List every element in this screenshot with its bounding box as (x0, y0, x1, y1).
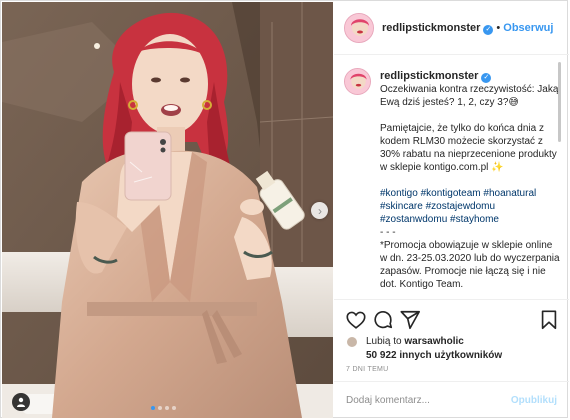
caption-paragraph: Pamiętajcie, że tylko do końca dnia z ko… (380, 123, 557, 173)
comment-form: Opublikuj (334, 381, 569, 418)
caption-author[interactable]: redlipstickmonster ✓ (380, 70, 560, 83)
post-timestamp[interactable]: 7 DNI TEMU (346, 366, 389, 373)
bookmark-icon (541, 310, 557, 330)
caption-paragraph: *Promocja obowiązuje w sklepie online w … (380, 240, 560, 290)
avatar[interactable] (344, 13, 374, 43)
comment-input[interactable] (346, 394, 511, 406)
caption-paragraph: Oczekiwania kontra rzeczywistość: Jaką E… (380, 84, 559, 108)
post-image (2, 2, 333, 418)
comment-button[interactable] (372, 309, 394, 331)
separator: • (496, 22, 501, 34)
caption-divider: - - - (380, 227, 396, 238)
carousel-next-button[interactable]: › (311, 202, 328, 219)
share-icon (400, 310, 420, 330)
username[interactable]: redlipstickmonster (382, 22, 480, 34)
verified-badge-icon: ✓ (481, 73, 492, 83)
heart-icon (346, 311, 366, 329)
avatar-image (345, 14, 373, 42)
user-tag-button[interactable] (12, 393, 30, 411)
actions-divider (334, 299, 569, 300)
comment-icon (374, 311, 393, 329)
carousel-dot (158, 406, 162, 410)
save-button[interactable] (538, 309, 560, 331)
instagram-post-modal: › redlipstickmonster ✓ • Obserwuj redlip… (0, 0, 569, 418)
caption-avatar[interactable] (344, 68, 371, 95)
carousel-dots (151, 406, 176, 410)
avatar-image (345, 69, 370, 94)
carousel-dot (165, 406, 169, 410)
publish-button[interactable]: Opublikuj (511, 395, 557, 406)
verified-badge-icon: ✓ (483, 24, 494, 35)
username-link[interactable]: redlipstickmonster ✓ (382, 22, 494, 35)
likes-count-link[interactable]: 50 922 innych użytkowników (366, 349, 502, 362)
post-photo[interactable]: › (2, 2, 333, 418)
post-caption: redlipstickmonster ✓ Oczekiwania kontra r… (380, 70, 560, 297)
follow-button[interactable]: Obserwuj (503, 22, 553, 34)
chevron-right-icon: › (318, 203, 322, 218)
liker-avatar[interactable] (346, 336, 358, 348)
post-details-panel: redlipstickmonster ✓ • Obserwuj redlipsti… (334, 2, 569, 418)
likes-line-1: Lubią to warsawholic (366, 335, 464, 348)
likes-prefix: Lubią to (366, 336, 402, 347)
share-button[interactable] (399, 309, 421, 331)
caption-hashtags[interactable]: #kontigo #kontigoteam #hoanatural #skinc… (380, 187, 560, 226)
caption-scrollbar[interactable] (558, 62, 561, 142)
liker-username[interactable]: warsawholic (404, 336, 463, 347)
post-header: redlipstickmonster ✓ • Obserwuj (334, 2, 569, 55)
caption-author-name[interactable]: redlipstickmonster (380, 70, 478, 82)
user-tag-icon (17, 397, 25, 407)
carousel-dot (151, 406, 155, 410)
carousel-dot (172, 406, 176, 410)
like-button[interactable] (345, 309, 367, 331)
